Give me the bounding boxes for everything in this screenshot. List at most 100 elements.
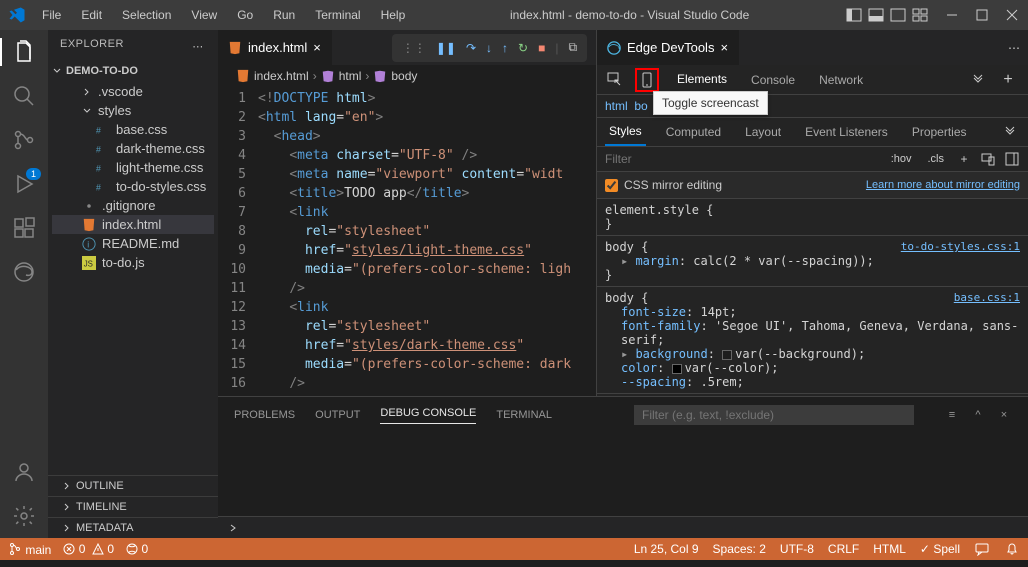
folder-styles[interactable]: styles bbox=[52, 101, 214, 120]
debug-step-out-icon[interactable]: ↑ bbox=[502, 41, 508, 55]
errors-warnings[interactable]: 0 0 bbox=[63, 542, 114, 556]
devtools-tab-console[interactable]: Console bbox=[741, 67, 805, 93]
file-README-md[interactable]: iREADME.md bbox=[52, 234, 214, 253]
debug-step-into-icon[interactable]: ↓ bbox=[486, 41, 492, 55]
css-source-link[interactable]: to-do-styles.css:1 bbox=[901, 240, 1020, 253]
branch-indicator[interactable]: main bbox=[8, 542, 51, 557]
toggle-panel-icon[interactable] bbox=[1004, 151, 1020, 167]
devtools-tab-network[interactable]: Network bbox=[809, 67, 873, 93]
layout-custom-icon[interactable] bbox=[912, 7, 928, 23]
section-outline[interactable]: OUTLINE bbox=[48, 475, 218, 496]
spell-check[interactable]: ✓ Spell bbox=[920, 542, 960, 556]
indentation[interactable]: Spaces: 2 bbox=[713, 542, 766, 556]
debug-pause-icon[interactable]: ❚❚ bbox=[436, 41, 456, 55]
search-icon[interactable] bbox=[12, 84, 36, 108]
debug-stop-icon[interactable]: ■ bbox=[538, 41, 545, 55]
section-timeline[interactable]: TIMELINE bbox=[48, 496, 218, 517]
debug-drag-icon[interactable]: ⋮⋮ bbox=[402, 41, 426, 55]
extensions-icon[interactable] bbox=[12, 216, 36, 240]
panel-tab-debug-console[interactable]: DEBUG CONSOLE bbox=[380, 407, 476, 424]
panel-tab-output[interactable]: OUTPUT bbox=[315, 409, 360, 421]
encoding[interactable]: UTF-8 bbox=[780, 542, 814, 556]
account-icon[interactable] bbox=[12, 460, 36, 484]
styles-tab-computed[interactable]: Computed bbox=[662, 119, 725, 145]
code-editor[interactable]: 12345678910111213141516171819 <!DOCTYPE … bbox=[218, 87, 596, 396]
minimize-icon[interactable] bbox=[944, 7, 960, 23]
panel-tab-terminal[interactable]: TERMINAL bbox=[496, 409, 552, 421]
edge-icon[interactable] bbox=[12, 260, 36, 284]
panel-tab-problems[interactable]: PROBLEMS bbox=[234, 409, 295, 421]
device-icon[interactable] bbox=[980, 151, 996, 167]
styles-tab-layout[interactable]: Layout bbox=[741, 119, 785, 145]
tab-close-icon[interactable]: × bbox=[313, 40, 321, 55]
panel-close-icon[interactable]: × bbox=[996, 407, 1012, 423]
more-styles-tabs-icon[interactable] bbox=[1000, 120, 1020, 144]
file-index-html[interactable]: index.html bbox=[52, 215, 214, 234]
layout-panel-icon[interactable] bbox=[868, 7, 884, 23]
layout-sidebar-left-icon[interactable] bbox=[846, 7, 862, 23]
menu-help[interactable]: Help bbox=[373, 4, 414, 26]
breadcrumb-item[interactable]: index.html bbox=[236, 69, 309, 83]
menu-go[interactable]: Go bbox=[229, 4, 261, 26]
file-base-css[interactable]: #base.css bbox=[52, 120, 214, 139]
more-tabs-icon[interactable] bbox=[970, 72, 986, 88]
tab-close-icon[interactable]: × bbox=[720, 40, 728, 55]
mirror-editing-checkbox[interactable]: CSS mirror editing bbox=[605, 178, 722, 192]
styles-tab-properties[interactable]: Properties bbox=[908, 119, 971, 145]
more-icon[interactable]: ⋯ bbox=[190, 38, 206, 54]
file--gitignore[interactable]: .gitignore bbox=[52, 196, 214, 215]
port-indicator[interactable]: 0 bbox=[126, 542, 148, 556]
source-control-icon[interactable] bbox=[12, 128, 36, 152]
panel-maximize-icon[interactable]: ^ bbox=[970, 407, 986, 423]
run-debug-icon[interactable]: 1 bbox=[12, 172, 36, 196]
css-rules[interactable]: element.style {}to-do-styles.css:1body {… bbox=[597, 199, 1028, 396]
file-to-do-js[interactable]: JSto-do.js bbox=[52, 253, 214, 272]
toggle-screencast-icon[interactable] bbox=[635, 68, 659, 92]
eol[interactable]: CRLF bbox=[828, 542, 859, 556]
styles-tab-event-listeners[interactable]: Event Listeners bbox=[801, 119, 892, 145]
inspect-element-icon[interactable] bbox=[603, 68, 627, 92]
menu-run[interactable]: Run bbox=[265, 4, 303, 26]
notifications-icon[interactable] bbox=[1004, 541, 1020, 557]
panel-filter-input[interactable] bbox=[634, 405, 914, 425]
language-mode[interactable]: HTML bbox=[873, 542, 906, 556]
menu-edit[interactable]: Edit bbox=[73, 4, 110, 26]
more-actions-icon[interactable]: ⋯ bbox=[1008, 41, 1020, 55]
breadcrumb-item[interactable]: body bbox=[373, 69, 417, 83]
hov-toggle[interactable]: :hov bbox=[887, 151, 916, 167]
tab-edge-devtools[interactable]: Edge DevTools × bbox=[597, 30, 739, 65]
breadcrumb-item[interactable]: html bbox=[321, 69, 362, 83]
file-light-theme-css[interactable]: #light-theme.css bbox=[52, 158, 214, 177]
devtools-tab-elements[interactable]: Elements bbox=[667, 66, 737, 94]
new-style-icon[interactable]: + bbox=[956, 151, 972, 167]
explorer-root[interactable]: DEMO-TO-DO bbox=[48, 62, 218, 80]
menu-file[interactable]: File bbox=[34, 4, 69, 26]
panel-settings-icon[interactable]: ≡ bbox=[944, 407, 960, 423]
debug-step-over-icon[interactable]: ↷ bbox=[466, 41, 476, 55]
css-source-link[interactable]: base.css:1 bbox=[954, 291, 1020, 304]
folder--vscode[interactable]: .vscode bbox=[52, 82, 214, 101]
styles-filter-input[interactable] bbox=[605, 152, 879, 166]
cls-toggle[interactable]: .cls bbox=[924, 151, 949, 167]
file-dark-theme-css[interactable]: #dark-theme.css bbox=[52, 139, 214, 158]
explorer-icon[interactable] bbox=[12, 40, 36, 64]
breadcrumb[interactable]: index.html› html› body bbox=[218, 65, 596, 87]
cursor-position[interactable]: Ln 25, Col 9 bbox=[634, 542, 699, 556]
mirror-learn-more-link[interactable]: Learn more about mirror editing bbox=[866, 179, 1020, 191]
menu-view[interactable]: View bbox=[183, 4, 225, 26]
code-content[interactable]: <!DOCTYPE html> <html lang="en"> <head> … bbox=[258, 87, 596, 396]
layout-sidebar-right-icon[interactable] bbox=[890, 7, 906, 23]
editor-breadcrumb-bottom[interactable] bbox=[218, 516, 1028, 538]
debug-open-browser-icon[interactable]: ⧉ bbox=[568, 40, 577, 55]
file-to-do-styles-css[interactable]: #to-do-styles.css bbox=[52, 177, 214, 196]
section-metadata[interactable]: METADATA bbox=[48, 517, 218, 538]
maximize-icon[interactable] bbox=[974, 7, 990, 23]
styles-tab-styles[interactable]: Styles bbox=[605, 118, 646, 146]
debug-restart-icon[interactable]: ↻ bbox=[518, 41, 528, 55]
gear-icon[interactable] bbox=[12, 504, 36, 528]
close-icon[interactable] bbox=[1004, 7, 1020, 23]
add-tab-icon[interactable]: + bbox=[1000, 72, 1016, 88]
feedback-icon[interactable] bbox=[974, 541, 990, 557]
menu-terminal[interactable]: Terminal bbox=[307, 4, 368, 26]
menu-selection[interactable]: Selection bbox=[114, 4, 179, 26]
